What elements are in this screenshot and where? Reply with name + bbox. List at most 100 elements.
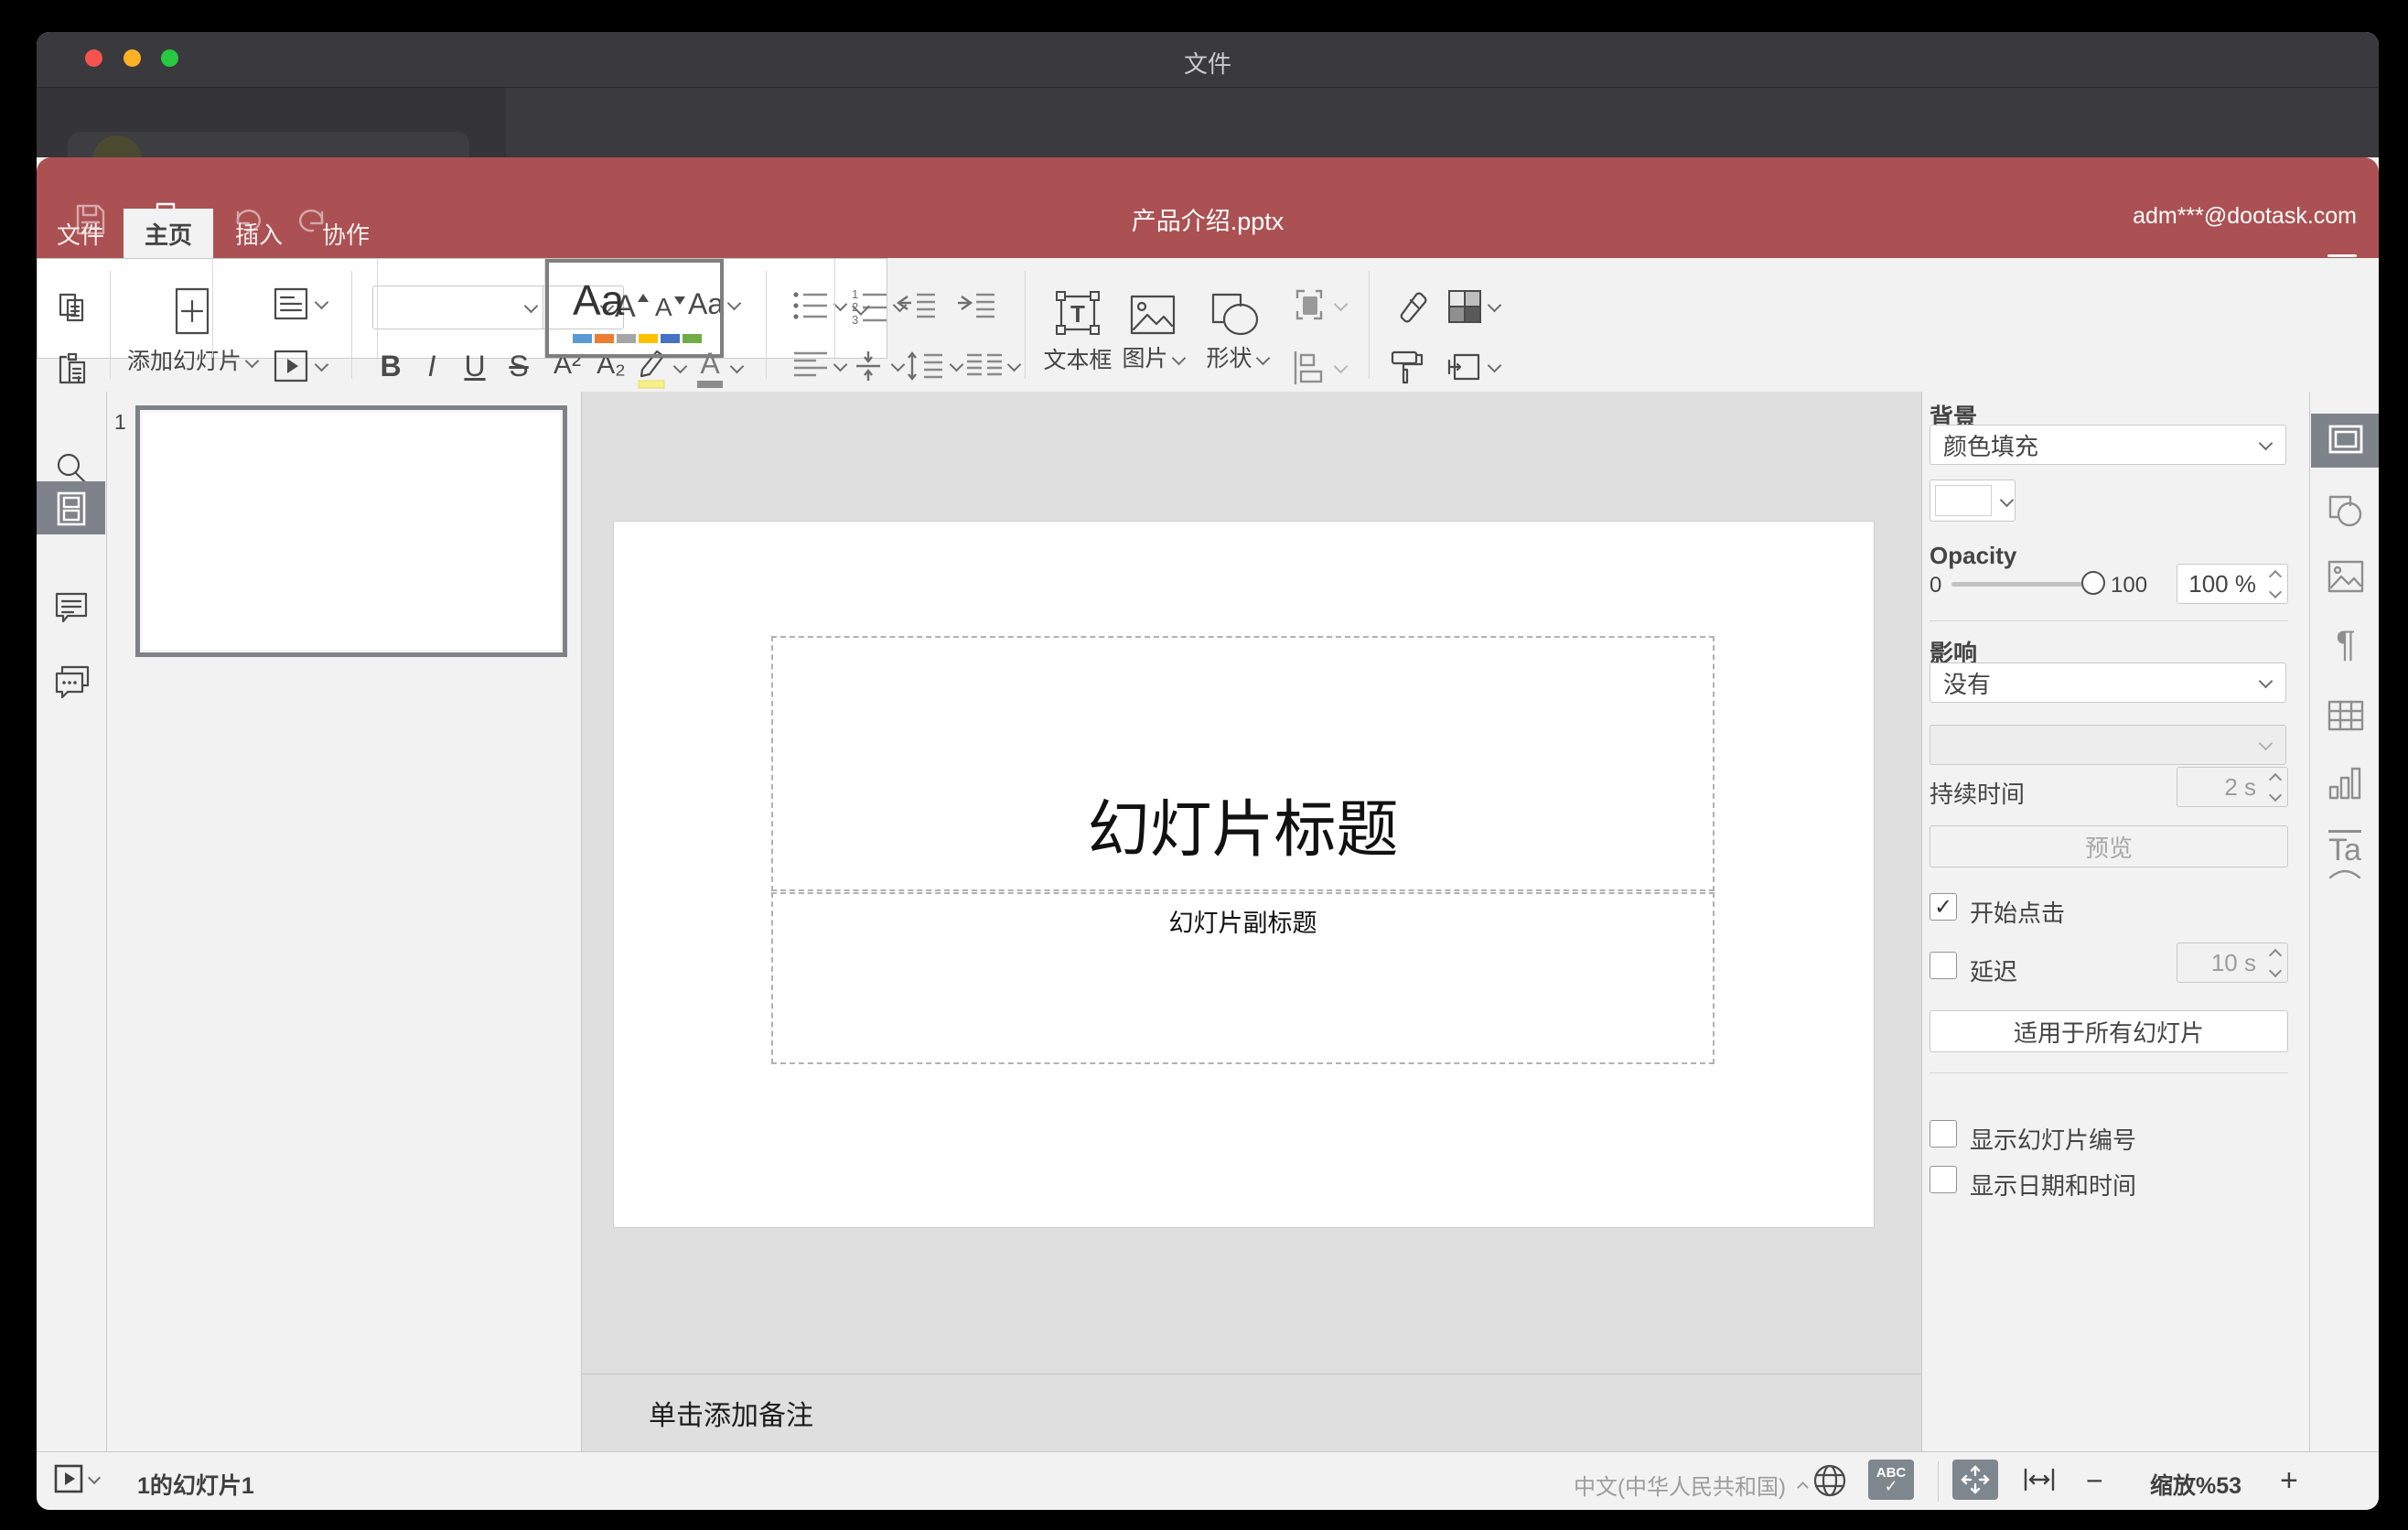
- start-slideshow-status-button[interactable]: [53, 1463, 102, 1494]
- zoom-value: 缩放%53: [2150, 1473, 2242, 1499]
- start-on-click-label: 开始点击: [1970, 900, 2066, 927]
- line-spacing-icon: [908, 351, 942, 381]
- slide-settings-button[interactable]: [2311, 414, 2379, 468]
- opacity-label: Opacity: [1930, 542, 2017, 569]
- insert-shape-button[interactable]: 形状: [1200, 280, 1274, 382]
- zoom-in-button[interactable]: +: [2280, 1463, 2298, 1499]
- tab-insert[interactable]: 插入: [222, 209, 296, 258]
- chevron-down-icon: [2258, 436, 2274, 451]
- chart-settings-button[interactable]: [2327, 765, 2365, 802]
- theme-gallery: Aa: [37, 258, 887, 359]
- right-toolbar-strip: ¶ Ta: [2309, 392, 2379, 1451]
- copy-style-button[interactable]: [1385, 348, 1425, 388]
- globe-icon: [1813, 1464, 1846, 1497]
- clear-style-button[interactable]: [1385, 287, 1427, 324]
- show-date-time-label: 显示日期和时间: [1970, 1172, 2137, 1200]
- svg-text:T: T: [1070, 300, 1085, 328]
- shape-settings-icon: [2328, 495, 2362, 527]
- tab-collaboration[interactable]: 协作: [309, 209, 382, 258]
- theme-tile[interactable]: [213, 259, 378, 358]
- slide-size-button[interactable]: [1446, 348, 1502, 386]
- chevron-down-icon: [2258, 673, 2274, 689]
- opacity-slider-track[interactable]: [1951, 582, 2094, 587]
- insert-image-button[interactable]: 图片: [1120, 280, 1186, 382]
- decrease-indent-button[interactable]: [895, 287, 937, 324]
- increase-indent-button[interactable]: [954, 287, 996, 324]
- slides-icon: [57, 491, 86, 526]
- zoom-out-button[interactable]: −: [2086, 1464, 2103, 1498]
- chevron-down-icon: [2268, 585, 2283, 598]
- line-spacing-button[interactable]: [904, 348, 964, 384]
- duration-spinner[interactable]: 2 s: [2177, 767, 2288, 807]
- theme-tile-selected[interactable]: Aa: [545, 259, 724, 358]
- slide-indicator: 1的幻灯片1: [137, 1473, 254, 1499]
- chevron-down-icon: [1999, 492, 2015, 508]
- opacity-spinner[interactable]: 100 %: [2177, 564, 2288, 604]
- duration-label: 持续时间: [1930, 781, 2026, 808]
- theme-tile[interactable]: [378, 259, 545, 358]
- image-settings-button[interactable]: [2327, 558, 2365, 595]
- chat-button[interactable]: [53, 663, 91, 701]
- fill-type-select[interactable]: 颜色填充: [1930, 425, 2286, 465]
- effect-variant-select[interactable]: [1930, 725, 2286, 765]
- opacity-max-label: 100: [2111, 573, 2148, 598]
- table-settings-button[interactable]: [2327, 699, 2365, 732]
- notes-area[interactable]: 单击添加备注: [582, 1374, 1921, 1451]
- start-on-click-checkbox[interactable]: ✓: [1930, 893, 1957, 921]
- comments-button[interactable]: [53, 589, 90, 626]
- fit-to-width-button[interactable]: [2016, 1460, 2062, 1500]
- fit-to-slide-button[interactable]: [1952, 1460, 1998, 1500]
- slide-settings-icon: [2328, 425, 2363, 454]
- eraser-icon: [1400, 292, 1427, 323]
- chevron-down-icon: [2268, 964, 2283, 977]
- textart-settings-button[interactable]: Ta: [2327, 833, 2363, 879]
- theme-gallery-expand-button[interactable]: [835, 259, 887, 358]
- align-shapes-button[interactable]: [1288, 348, 1349, 388]
- shape-settings-button[interactable]: [2327, 492, 2365, 529]
- user-email: adm***@dootask.com: [2133, 203, 2357, 229]
- chevron-up-icon: [2268, 948, 2283, 962]
- chevron-up-icon: [2268, 772, 2283, 786]
- color-scheme-button[interactable]: [1446, 287, 1502, 326]
- textart-curve-icon: [2328, 869, 2361, 879]
- document-language-button[interactable]: [1811, 1462, 1848, 1499]
- shape-icon: [1211, 293, 1259, 336]
- paragraph-settings-button[interactable]: ¶: [2328, 624, 2363, 664]
- columns-button[interactable]: [963, 348, 1022, 384]
- align-shapes-icon: [1294, 351, 1323, 384]
- theme-tile[interactable]: [38, 259, 213, 358]
- delay-spinner[interactable]: 10 s: [2177, 943, 2288, 983]
- tab-file[interactable]: 文件: [44, 209, 117, 258]
- spellcheck-button[interactable]: ABC ✓: [1868, 1460, 1914, 1500]
- play-icon: [54, 1464, 83, 1493]
- delay-checkbox[interactable]: [1930, 952, 1957, 979]
- arrange-shapes-button[interactable]: [1288, 286, 1349, 326]
- title-text: 幻灯片标题: [1087, 795, 1399, 865]
- apply-to-all-slides-button[interactable]: 适用于所有幻灯片: [1930, 1010, 2288, 1052]
- effect-select[interactable]: 没有: [1930, 663, 2286, 703]
- window-title: 文件: [1183, 50, 1231, 78]
- tab-home[interactable]: 主页: [124, 209, 213, 258]
- show-slide-number-checkbox[interactable]: [1930, 1120, 1957, 1148]
- editor-window: 文件 产品介绍.pptx adm***@dootask.com 文件 主页 插入: [37, 32, 2379, 1510]
- insert-textbox-button[interactable]: T 文本框: [1041, 280, 1114, 382]
- macos-titlebar: 文件: [37, 32, 2379, 88]
- show-date-time-checkbox[interactable]: [1930, 1166, 1957, 1193]
- home-toolbar: 添加幻灯片 A A Aa B I U S A² A₂ A 1 2 3 T 文本框…: [37, 258, 2379, 393]
- subtitle-placeholder[interactable]: 幻灯片副标题: [771, 892, 1715, 1064]
- fill-color-picker[interactable]: [1930, 479, 2016, 522]
- chart-settings-icon: [2328, 767, 2361, 800]
- chevron-down-icon: [2258, 736, 2274, 751]
- slide-thumbnail-panel: 1: [107, 392, 582, 1451]
- left-toolbar-strip: [37, 392, 107, 1451]
- theme-tile[interactable]: [724, 259, 835, 358]
- theme-palette: [573, 334, 702, 343]
- preview-button[interactable]: 预览: [1930, 825, 2288, 867]
- slide-editing-area[interactable]: 幻灯片标题 幻灯片副标题: [614, 522, 1874, 1227]
- color-scheme-icon: [1448, 290, 1481, 323]
- title-placeholder[interactable]: 幻灯片标题: [771, 636, 1715, 891]
- slides-panel-button[interactable]: [37, 481, 105, 534]
- slide-thumbnail[interactable]: [135, 405, 567, 657]
- language-selector[interactable]: 中文(中华人民共和国): [1574, 1469, 1810, 1501]
- opacity-slider-handle[interactable]: [2081, 571, 2105, 595]
